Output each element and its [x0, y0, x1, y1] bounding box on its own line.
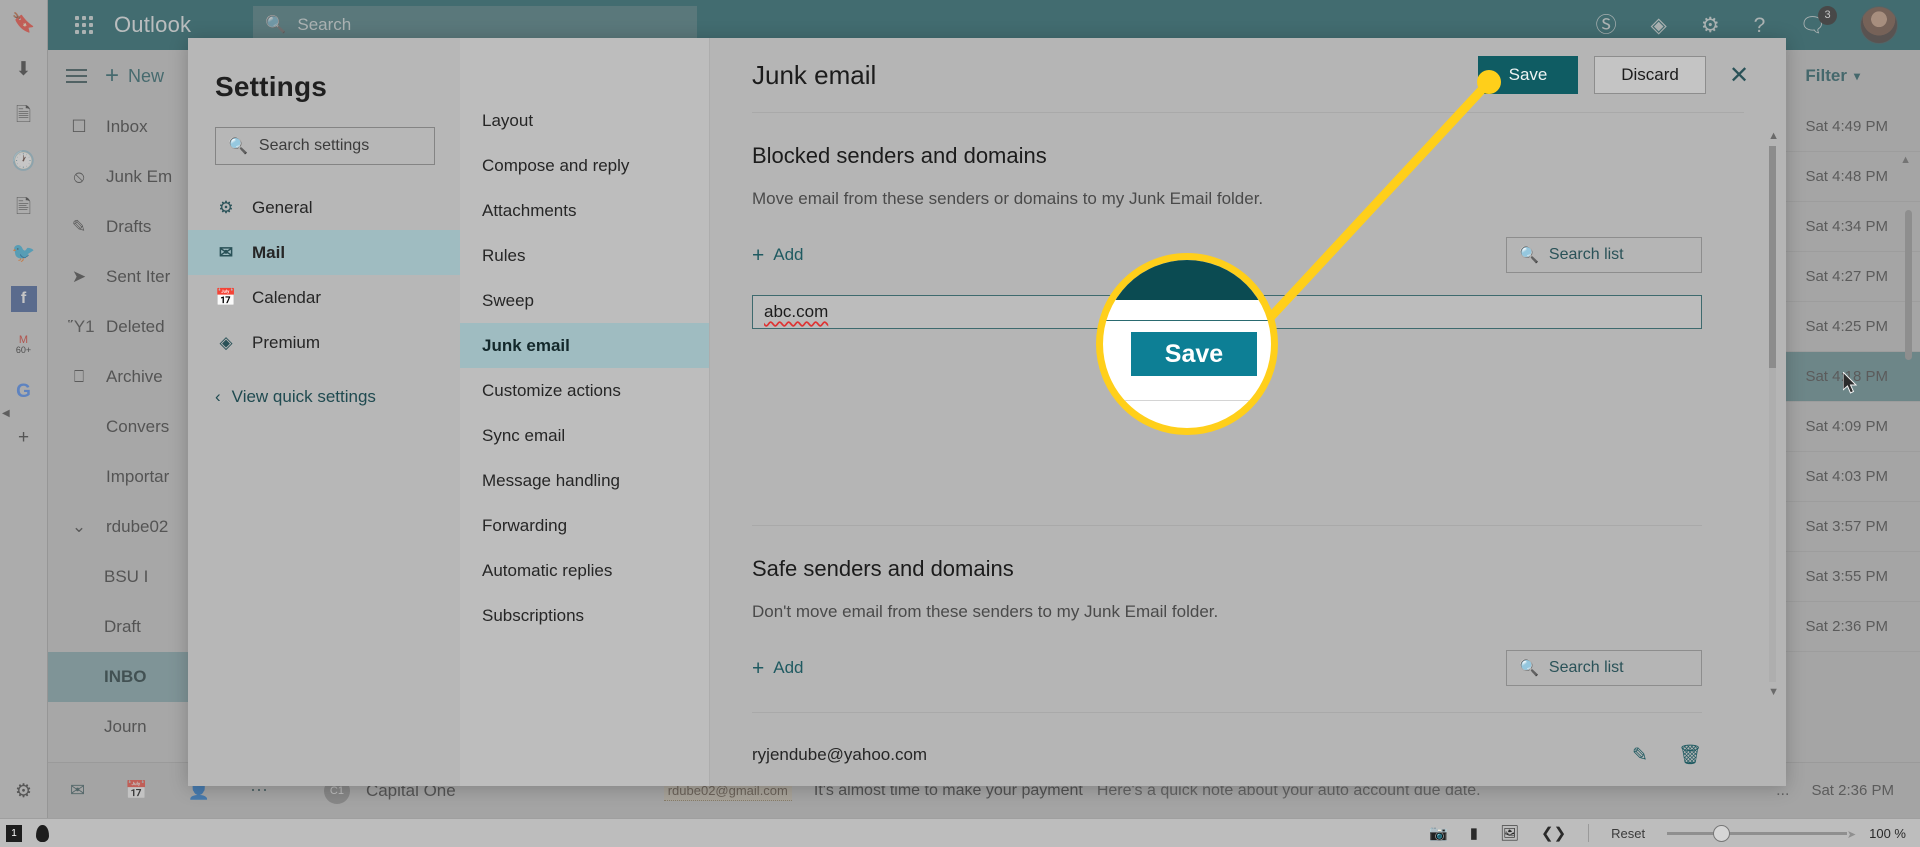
settings-subitem-rules[interactable]: Rules: [460, 233, 709, 278]
drop-icon[interactable]: [36, 824, 49, 842]
settings-search-input[interactable]: 🔍 Search settings: [215, 127, 435, 165]
statusbar-right-controls: 📷 ▮ 🖼 ❮❯ Reset ➤ 100 %: [1429, 824, 1920, 842]
safe-add-row: + Add 🔍 Search list: [752, 650, 1744, 686]
chevron-left-icon: ‹: [215, 387, 221, 406]
pencil-icon[interactable]: ✎: [1632, 744, 1648, 767]
settings-nav-calendar[interactable]: 📅 Calendar: [188, 275, 460, 320]
blocked-domain-input[interactable]: abc.com: [752, 295, 1702, 329]
page-icon[interactable]: 1: [6, 824, 22, 842]
blocked-domain-value: abc.com: [764, 302, 829, 321]
safe-search-list-input[interactable]: 🔍 Search list: [1506, 650, 1702, 686]
save-button[interactable]: Save: [1478, 56, 1578, 94]
view-quick-settings-link[interactable]: ‹ View quick settings: [188, 387, 460, 407]
browser-status-bar: 1 📷 ▮ 🖼 ❮❯ Reset ➤ 100 %: [0, 818, 1920, 847]
blocked-add-row: + Add 🔍 Search list: [752, 237, 1744, 273]
settings-subitem-automatic-replies[interactable]: Automatic replies: [460, 548, 709, 593]
plus-icon: +: [752, 243, 765, 267]
mail-icon: ✉: [218, 242, 234, 262]
detail-scroll-up-icon[interactable]: ▲: [1768, 130, 1779, 142]
settings-left-column: Settings 🔍 Search settings ⚙ General ✉ Mail…: [188, 38, 460, 786]
header-divider: [752, 112, 1744, 113]
settings-detail-body: Blocked senders and domains Move email f…: [752, 143, 1786, 767]
image-icon[interactable]: 🖼: [1500, 826, 1519, 841]
section-divider: [752, 525, 1702, 526]
zoom-level-label: 100 %: [1869, 825, 1906, 841]
view-quick-settings-label: View quick settings: [231, 387, 376, 406]
settings-dialog: Settings 🔍 Search settings ⚙ General ✉ Mail…: [188, 38, 1786, 786]
settings-subcategory-list: Layout Compose and reply Attachments Rules S…: [460, 38, 710, 786]
code-icon[interactable]: ❮❯: [1541, 826, 1566, 841]
page-title: Junk email: [752, 59, 877, 90]
statusbar-divider: [1588, 824, 1590, 842]
settings-category-nav: ⚙ General ✉ Mail 📅 Calendar ◈ Premium: [188, 185, 460, 365]
settings-nav-premium[interactable]: ◈ Premium: [188, 320, 460, 365]
zoom-slider-arrow-icon: ➤: [1846, 828, 1857, 841]
settings-subitem-junk-email[interactable]: Junk email: [460, 323, 709, 368]
statusbar-left-icons: 1: [0, 824, 49, 842]
safe-senders-list: ryjendube@yahoo.com ✎ 🗑: [752, 743, 1744, 767]
settings-detail-panel: Junk email Save Discard ✕ Blocked sender…: [710, 38, 1786, 786]
mouse-cursor: [1842, 370, 1861, 401]
settings-subitem-message-handling[interactable]: Message handling: [460, 458, 709, 503]
safe-sender-actions: ✎ 🗑: [1632, 743, 1702, 767]
settings-subitem-compose-and-reply[interactable]: Compose and reply: [460, 143, 709, 188]
settings-nav-label: Premium: [252, 332, 321, 352]
settings-subitem-customize-actions[interactable]: Customize actions: [460, 368, 709, 413]
plus-icon: +: [752, 656, 765, 680]
blocked-search-list-input[interactable]: 🔍 Search list: [1506, 237, 1702, 273]
settings-detail-header: Junk email Save Discard ✕: [752, 38, 1786, 112]
settings-header-actions: Save Discard ✕: [1478, 56, 1786, 94]
safe-sender-row: ryjendube@yahoo.com ✎ 🗑: [752, 743, 1702, 767]
safe-senders-description: Don't move email from these senders to m…: [752, 602, 1219, 621]
blocked-add-label: Add: [773, 245, 804, 264]
safe-add-button[interactable]: + Add: [752, 658, 804, 679]
blocked-senders-description: Move email from these senders or domains…: [752, 189, 1264, 208]
settings-subitem-attachments[interactable]: Attachments: [460, 188, 709, 233]
settings-subitem-forwarding[interactable]: Forwarding: [460, 503, 709, 548]
frame-icon[interactable]: ▮: [1470, 826, 1478, 841]
search-icon: 🔍: [228, 138, 248, 155]
close-icon[interactable]: ✕: [1722, 58, 1756, 92]
settings-nav-general[interactable]: ⚙ General: [188, 185, 460, 230]
search-icon: 🔍: [1519, 660, 1539, 677]
blocked-add-button[interactable]: + Add: [752, 245, 804, 266]
settings-nav-label: Mail: [252, 242, 286, 262]
zoom-slider-knob[interactable]: [1713, 824, 1731, 842]
discard-button[interactable]: Discard: [1594, 56, 1706, 94]
safe-sender-address: ryjendube@yahoo.com: [752, 745, 928, 764]
settings-title: Settings: [215, 71, 328, 102]
safe-list-divider: [752, 712, 1702, 713]
camera-icon[interactable]: 📷: [1429, 826, 1448, 841]
settings-nav-label: General: [252, 197, 313, 217]
blocked-senders-heading: Blocked senders and domains: [752, 143, 1047, 168]
detail-scrollbar-thumb[interactable]: [1769, 146, 1776, 368]
trash-icon[interactable]: 🗑: [1678, 743, 1702, 767]
safe-search-placeholder: Search list: [1548, 659, 1624, 676]
detail-scroll-down-icon[interactable]: ▼: [1768, 686, 1779, 698]
settings-search-placeholder: Search settings: [258, 137, 370, 154]
zoom-slider[interactable]: ➤: [1667, 824, 1856, 842]
detail-scrollbar[interactable]: [1769, 146, 1776, 682]
safe-senders-heading: Safe senders and domains: [752, 556, 1014, 581]
safe-add-label: Add: [773, 658, 804, 677]
settings-nav-mail[interactable]: ✉ Mail: [188, 230, 460, 275]
search-icon: 🔍: [1519, 247, 1539, 264]
blocked-search-placeholder: Search list: [1548, 246, 1624, 263]
settings-subitem-subscriptions[interactable]: Subscriptions: [460, 593, 709, 638]
zoom-reset-button[interactable]: Reset: [1611, 826, 1645, 841]
settings-subitem-layout[interactable]: Layout: [460, 98, 709, 143]
settings-nav-label: Calendar: [252, 287, 321, 307]
diamond-icon: ◈: [219, 332, 233, 352]
settings-subitem-sync-email[interactable]: Sync email: [460, 413, 709, 458]
settings-subitem-sweep[interactable]: Sweep: [460, 278, 709, 323]
calendar-icon: 📅: [215, 287, 237, 307]
gear-icon: ⚙: [218, 197, 234, 217]
